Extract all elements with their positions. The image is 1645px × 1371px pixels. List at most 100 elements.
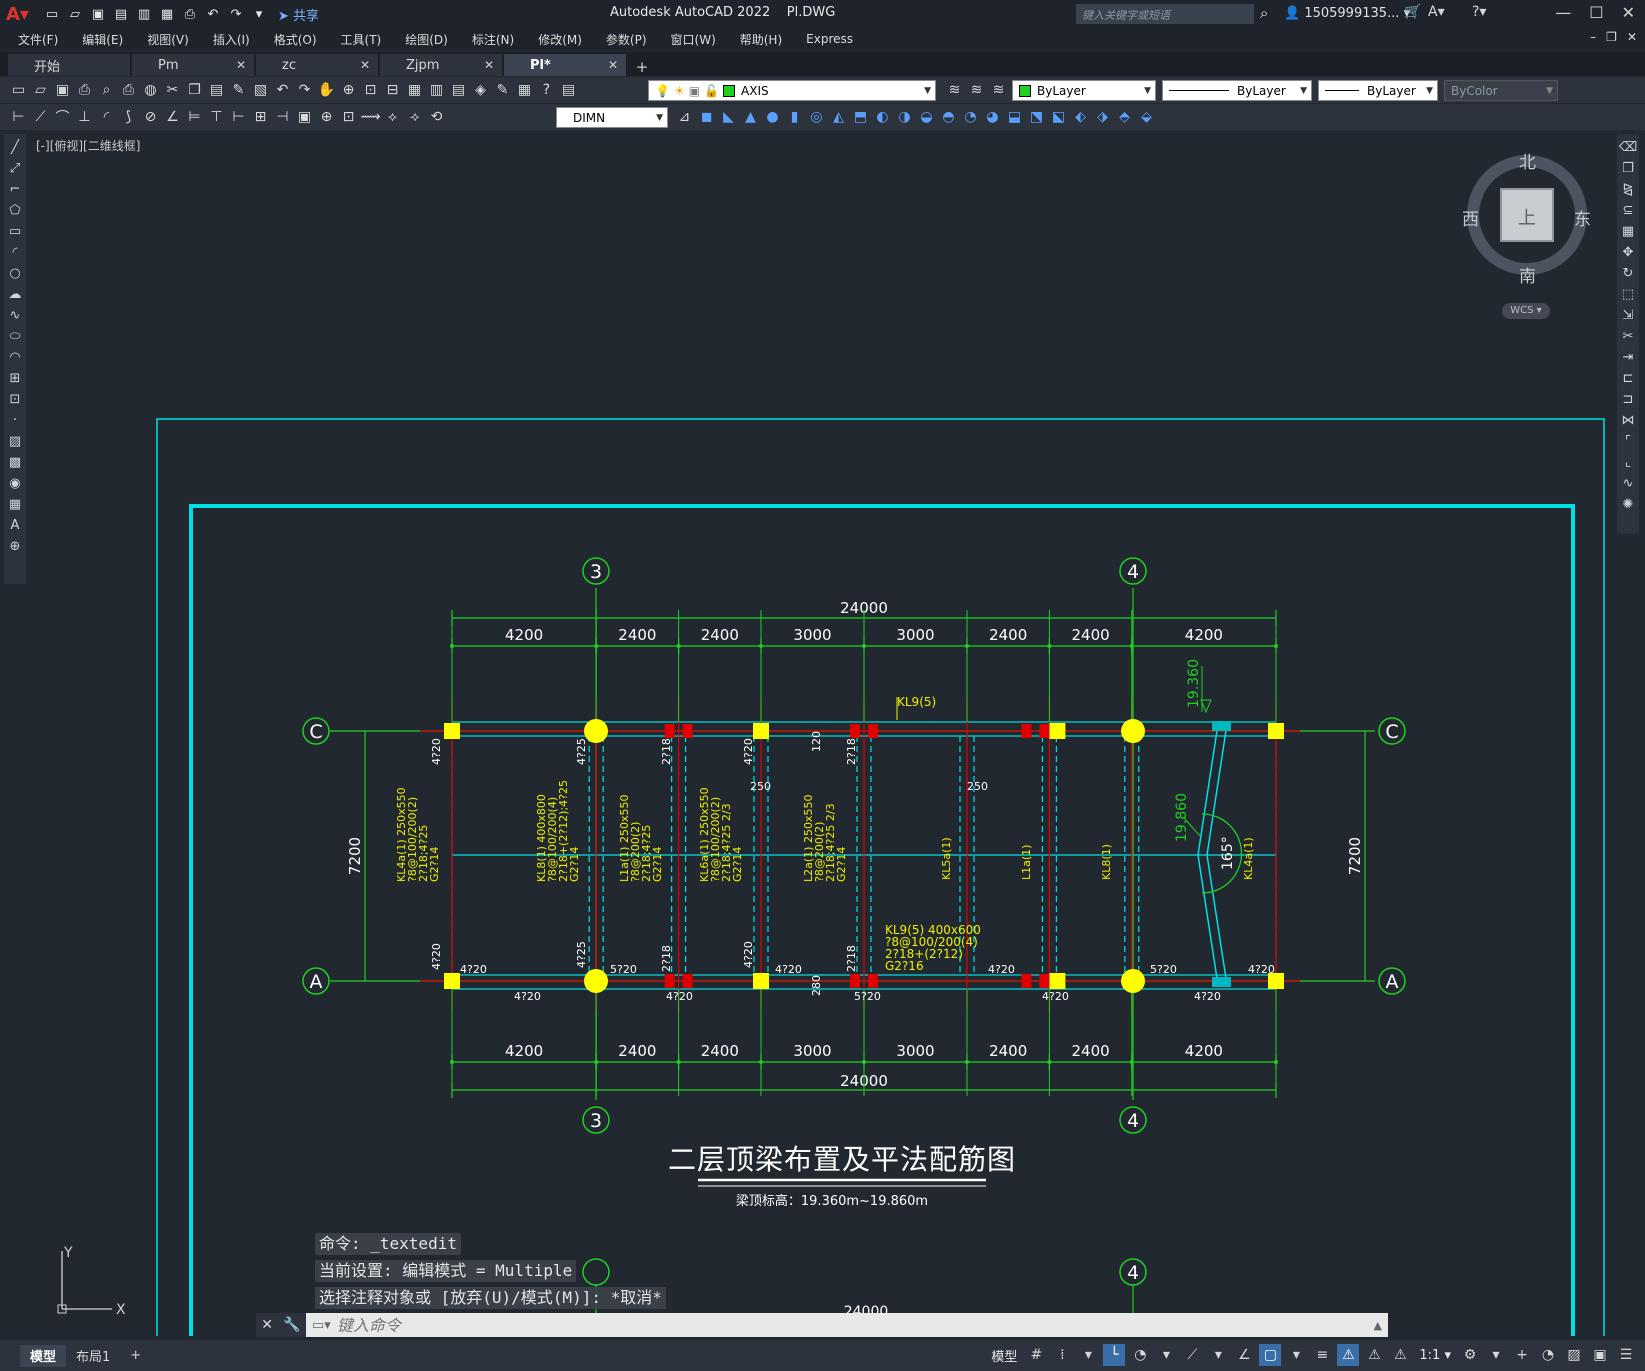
layer-vp-icon[interactable]: ▣ [689, 84, 700, 98]
jogged-linear-icon[interactable]: ⟿ [360, 107, 381, 127]
layer-on-icon[interactable]: 💡 [655, 84, 670, 98]
zoom-realtime-icon[interactable]: ⊕ [338, 80, 359, 100]
color-dropdown[interactable]: ByLayer ▼ [1012, 80, 1156, 101]
close-tab-icon[interactable]: ✕ [360, 58, 370, 72]
share-button[interactable]: ➤ 共享 [278, 5, 319, 24]
menu-file[interactable]: 文件(F) [18, 31, 58, 48]
tab-layout1[interactable]: 布局1 [66, 1345, 120, 1367]
circle-icon[interactable]: ○ [6, 264, 24, 282]
plotstyle-dropdown[interactable]: ByColor ▼ [1444, 80, 1558, 101]
tool-palettes-icon[interactable]: ▤ [448, 80, 469, 100]
sphere-icon[interactable]: ● [762, 107, 783, 127]
grid-icon[interactable]: # [1025, 1344, 1047, 1366]
hatch-icon[interactable]: ▨ [6, 432, 24, 450]
isolate-objects-icon[interactable]: ◔ [1537, 1344, 1559, 1366]
sweep-icon[interactable]: ◑ [894, 107, 915, 127]
layer-previous-icon[interactable]: ≋ [966, 80, 987, 100]
menu-insert[interactable]: 插入(I) [213, 31, 250, 48]
command-close-icon[interactable]: ✕ [261, 1317, 273, 1333]
customize-wrench-icon[interactable]: 🔧 [283, 1317, 300, 1333]
maximize-button[interactable]: ☐ [1589, 3, 1603, 22]
web-open-icon[interactable]: ▥ [134, 5, 154, 23]
extrude-icon[interactable]: ⬒ [850, 107, 871, 127]
line-icon[interactable]: ╱ [6, 138, 24, 156]
cart-icon[interactable]: 🛒 [1404, 4, 1421, 20]
command-input[interactable] [336, 1315, 1237, 1335]
undo-icon[interactable]: ↶ [203, 5, 223, 23]
menu-modify[interactable]: 修改(M) [538, 31, 582, 48]
viewcube-south[interactable]: 南 [1519, 262, 1536, 287]
viewport-controls-label[interactable]: [-][俯视][二维线框] [36, 137, 140, 154]
subtract-icon[interactable]: ◔ [960, 107, 981, 127]
layer-properties-icon[interactable]: ▤ [558, 80, 579, 100]
point-icon[interactable]: · [6, 411, 24, 429]
menu-parametric[interactable]: 参数(P) [606, 31, 647, 48]
shell-icon[interactable]: ⬕ [1048, 107, 1069, 127]
make-block-icon[interactable]: ⊡ [6, 390, 24, 408]
dim-ordinate-icon[interactable]: ⊥ [74, 107, 95, 127]
torus-icon[interactable]: ◎ [806, 107, 827, 127]
dim-space-icon[interactable]: ⊞ [250, 107, 271, 127]
new-icon[interactable]: ▭ [8, 80, 29, 100]
plot-icon[interactable]: ⎙ [74, 80, 95, 100]
tab-zc[interactable]: zc ✕ [256, 54, 378, 76]
chevron-down-icon[interactable]: ▾ [1077, 1344, 1099, 1366]
break-icon[interactable]: ⊐ [1619, 390, 1637, 408]
thicken-icon[interactable]: ⬘ [1114, 107, 1135, 127]
scale-icon[interactable]: ⬚ [1619, 285, 1637, 303]
viewcube[interactable]: 北 南 东 西 上 [1462, 150, 1592, 320]
annotation-visibility-icon[interactable]: ⚠ [1337, 1344, 1360, 1366]
chevron-down-icon[interactable]: ▾ [1485, 1344, 1507, 1366]
annotation-scale-value[interactable]: 1:1 ▾ [1415, 1348, 1455, 1363]
viewcube-east[interactable]: 东 [1574, 205, 1591, 230]
chevron-down-icon[interactable]: ▾ [1155, 1344, 1177, 1366]
polygon-icon[interactable]: ⬠ [6, 201, 24, 219]
fillet-icon[interactable]: ⌞ [1619, 453, 1637, 471]
close-tab-icon[interactable]: ✕ [236, 58, 246, 72]
user-account[interactable]: 👤 1505999135... ▾ [1284, 6, 1410, 21]
tab-pm[interactable]: Pm ✕ [132, 54, 254, 76]
layer-thaw-icon[interactable]: ☀ [674, 84, 685, 98]
pan-icon[interactable]: ✋ [316, 80, 337, 100]
explode-icon[interactable]: ✺ [1619, 495, 1637, 513]
wedge-icon[interactable]: ◣ [718, 107, 739, 127]
construction-line-icon[interactable]: ⤢ [6, 159, 24, 177]
lineweight-icon[interactable]: ≡ [1311, 1344, 1333, 1366]
hardware-acceleration-icon[interactable]: ▨ [1563, 1344, 1585, 1366]
new-tab-icon[interactable]: + [628, 58, 656, 76]
command-history-toggle-icon[interactable]: ▲ [1374, 1319, 1382, 1332]
menu-help[interactable]: 帮助(H) [740, 31, 782, 48]
isodraft-icon[interactable]: ⟋ [1181, 1344, 1203, 1366]
calculator-icon[interactable]: ▦ [514, 80, 535, 100]
sheet-set-icon[interactable]: ◈ [470, 80, 491, 100]
web-icon[interactable]: ◍ [140, 80, 161, 100]
menu-window[interactable]: 窗口(W) [671, 31, 716, 48]
menu-tools[interactable]: 工具(T) [341, 31, 382, 48]
publish-icon[interactable]: ⎙ [118, 80, 139, 100]
cut-icon[interactable]: ✂ [162, 80, 183, 100]
arc-icon[interactable]: ◜ [6, 243, 24, 261]
dim-radius-icon[interactable]: ◜ [96, 107, 117, 127]
autodesk-app-icon[interactable]: A▾ [1428, 4, 1445, 20]
viewcube-north[interactable]: 北 [1519, 148, 1536, 173]
search-icon[interactable]: ⌕ [1260, 4, 1268, 22]
zoom-window-icon[interactable]: ⊡ [360, 80, 381, 100]
model-space-toggle[interactable]: 模型 [987, 1346, 1021, 1365]
insert-block-icon[interactable]: ⊞ [6, 369, 24, 387]
cylinder-icon[interactable]: ▮ [784, 107, 805, 127]
move-icon[interactable]: ✥ [1619, 243, 1637, 261]
web-save-icon[interactable]: ▦ [157, 5, 177, 23]
plus-icon[interactable]: + [1511, 1344, 1533, 1366]
stretch-icon[interactable]: ⇲ [1619, 306, 1637, 324]
menu-edit[interactable]: 编辑(E) [82, 31, 123, 48]
dim-continue-icon[interactable]: ⊢ [228, 107, 249, 127]
close-tab-icon[interactable]: ✕ [484, 58, 494, 72]
paste-icon[interactable]: ▤ [206, 80, 227, 100]
trim-icon[interactable]: ✂ [1619, 327, 1637, 345]
auto-scale-icon[interactable]: ⚠ [1363, 1344, 1385, 1366]
make-current-layer-icon[interactable]: ≋ [944, 80, 965, 100]
menu-format[interactable]: 格式(O) [274, 31, 317, 48]
table-icon[interactable]: ▦ [6, 495, 24, 513]
close-button[interactable]: ✕ [1622, 3, 1635, 22]
viewcube-top-face[interactable]: 上 [1518, 204, 1536, 230]
